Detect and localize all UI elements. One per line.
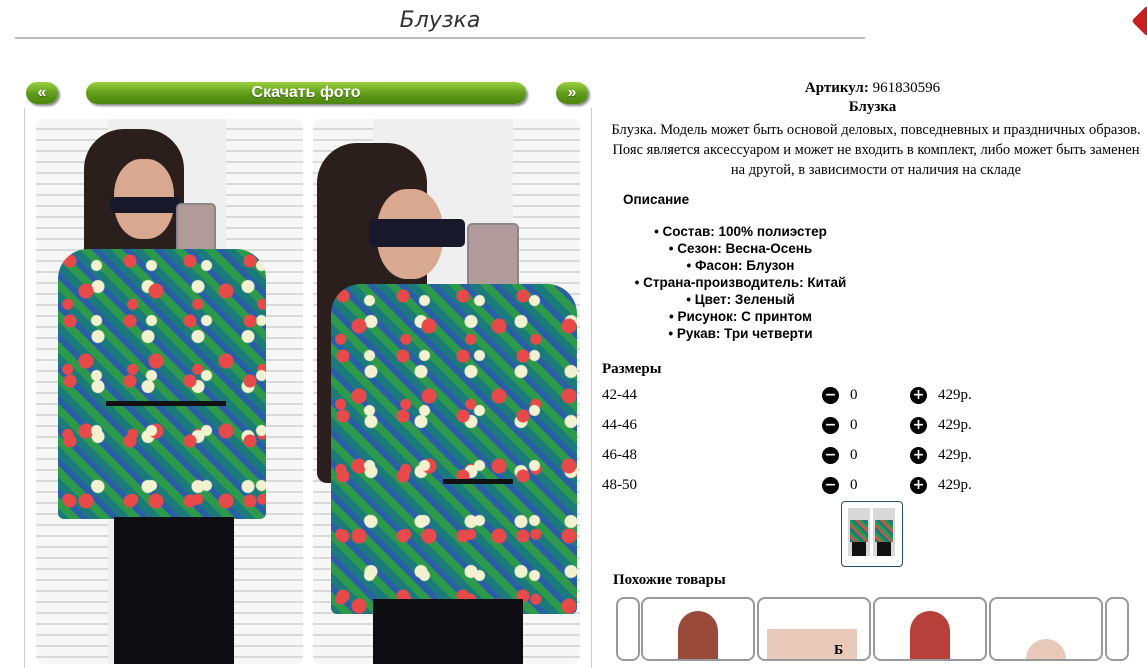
size-price: 429р. <box>938 477 972 493</box>
page-title: Блузка <box>399 8 481 33</box>
quantity-value: 0 <box>850 387 858 403</box>
similar-product-card[interactable] <box>873 597 987 661</box>
article-line: Артикул: 961830596 <box>598 80 1147 97</box>
similar-product-card[interactable] <box>641 597 755 661</box>
belt <box>443 479 513 484</box>
size-price: 429р. <box>938 447 972 463</box>
similar-product-image <box>1026 639 1066 659</box>
plus-circle-icon[interactable]: + <box>910 387 927 404</box>
size-label: 44-46 <box>602 417 637 433</box>
similar-product-card[interactable] <box>757 597 871 661</box>
sizes-heading: Размеры <box>602 361 662 377</box>
quantity-value: 0 <box>850 447 858 463</box>
floral-blouse <box>58 249 266 519</box>
product-name: Блузка <box>848 99 897 115</box>
photo-gallery <box>24 108 592 668</box>
spec-item: Рисунок: С принтом <box>598 308 883 325</box>
similar-product-card[interactable] <box>989 597 1103 661</box>
thumbnail-blouse <box>875 520 893 542</box>
similar-product-caption: Б <box>834 643 844 658</box>
size-row: 48-50 − 0 + 429р. <box>602 477 1122 497</box>
gallery-nav: « Скачать фото » <box>24 82 590 106</box>
spec-item: Рукав: Три четверти <box>598 325 883 342</box>
thumbnail-pants <box>877 542 891 556</box>
specs-list: Состав: 100% полиэстер Сезон: Весна-Осен… <box>598 223 883 342</box>
size-row: 44-46 − 0 + 429р. <box>602 417 1122 437</box>
plus-circle-icon[interactable]: + <box>910 447 927 464</box>
belt <box>106 401 226 406</box>
similar-heading: Похожие товары <box>613 572 726 588</box>
prev-photo-button[interactable]: « <box>26 82 58 104</box>
minus-circle-icon[interactable]: − <box>822 387 839 404</box>
product-photo-1[interactable] <box>36 119 303 664</box>
size-price: 429р. <box>938 417 972 433</box>
title-divider <box>15 37 865 39</box>
thumbnail-image-1 <box>848 508 870 556</box>
spec-item: Сезон: Весна-Осень <box>598 240 883 257</box>
size-label: 46-48 <box>602 447 637 463</box>
thumbnail-image-2 <box>873 508 895 556</box>
size-price: 429р. <box>938 387 972 403</box>
similar-prev-arrow[interactable] <box>616 597 640 661</box>
black-pants <box>114 517 234 664</box>
plus-circle-icon[interactable]: + <box>910 477 927 494</box>
corner-logo-icon[interactable] <box>1131 5 1147 37</box>
size-label: 42-44 <box>602 387 637 403</box>
similar-next-arrow[interactable] <box>1105 597 1129 661</box>
black-pants <box>373 599 523 664</box>
minus-circle-icon[interactable]: − <box>822 417 839 434</box>
similar-product-image <box>910 611 950 659</box>
article-value: 961830596 <box>872 80 941 96</box>
plus-circle-icon[interactable]: + <box>910 417 927 434</box>
quantity-value: 0 <box>850 477 858 493</box>
similar-product-image <box>767 629 857 659</box>
product-description: Блузка. Модель может быть основой деловы… <box>611 122 1141 178</box>
spec-item: Цвет: Зеленый <box>598 291 883 308</box>
article-label: Артикул: <box>804 80 869 96</box>
minus-circle-icon[interactable]: − <box>822 477 839 494</box>
similar-product-image <box>678 611 718 659</box>
photo-thumbnail[interactable] <box>841 501 903 567</box>
product-photo-2[interactable] <box>313 119 580 664</box>
size-label: 48-50 <box>602 477 637 493</box>
thumbnail-blouse <box>850 520 868 542</box>
floral-blouse <box>331 284 577 614</box>
sunglasses <box>110 197 180 213</box>
quantity-value: 0 <box>850 417 858 433</box>
spec-item: Фасон: Блузон <box>598 257 883 274</box>
thumbnail-pants <box>852 542 866 556</box>
spec-item: Состав: 100% полиэстер <box>598 223 883 240</box>
size-row: 42-44 − 0 + 429р. <box>602 387 1122 407</box>
size-row: 46-48 − 0 + 429р. <box>602 447 1122 467</box>
description-heading: Описание <box>623 192 690 207</box>
download-photo-button[interactable]: Скачать фото <box>86 82 526 104</box>
next-photo-button[interactable]: » <box>556 82 588 104</box>
minus-circle-icon[interactable]: − <box>822 447 839 464</box>
spec-item: Страна-производитель: Китай <box>598 274 883 291</box>
sunglasses <box>369 219 465 247</box>
